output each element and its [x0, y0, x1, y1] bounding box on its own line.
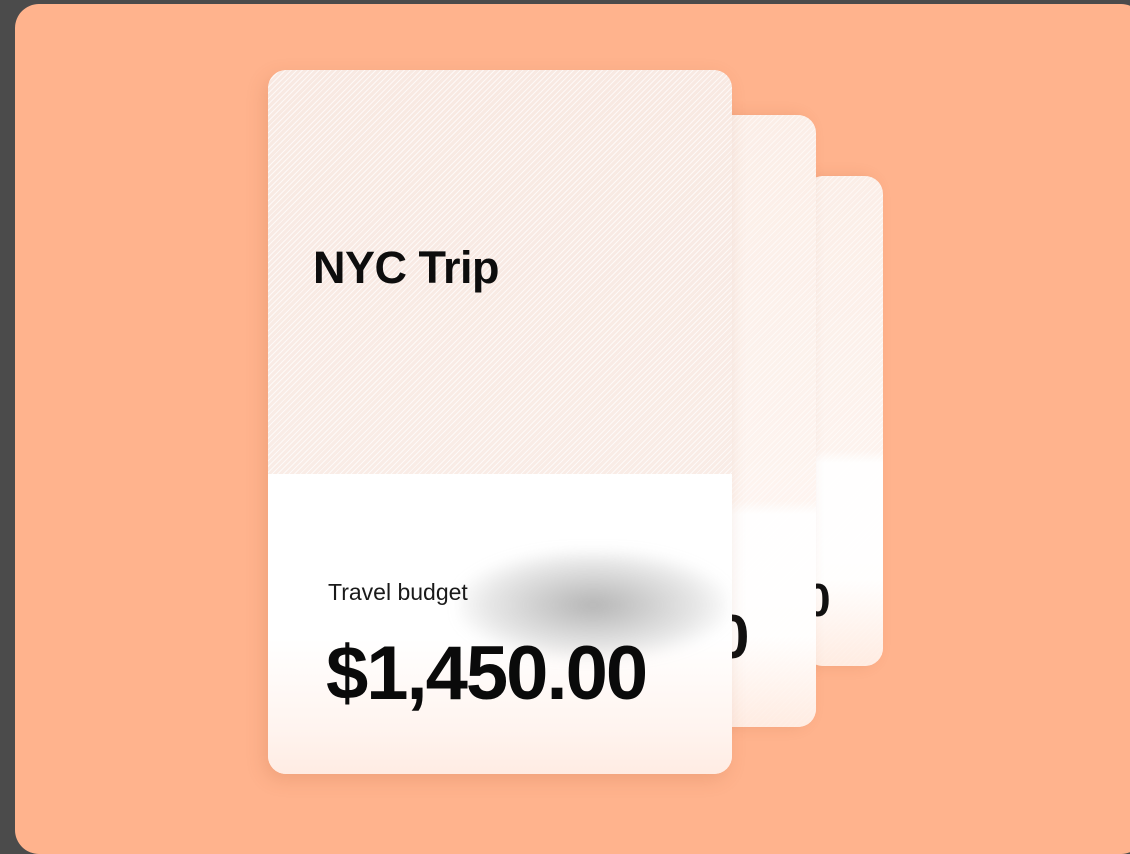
budget-card-front[interactable]: NYC Trip Travel budget $1,450.00 — [268, 70, 732, 774]
card-stack-canvas: 0 0 NYC Trip Travel budget $1,450.00 — [15, 4, 1130, 854]
card-title: NYC Trip — [313, 242, 500, 293]
card-budget-label: Travel budget — [328, 579, 468, 605]
budget-card-back-2[interactable]: 0 — [805, 176, 883, 666]
card-budget-amount: $1,450.00 — [326, 631, 648, 716]
card-frost-panel — [805, 450, 883, 666]
